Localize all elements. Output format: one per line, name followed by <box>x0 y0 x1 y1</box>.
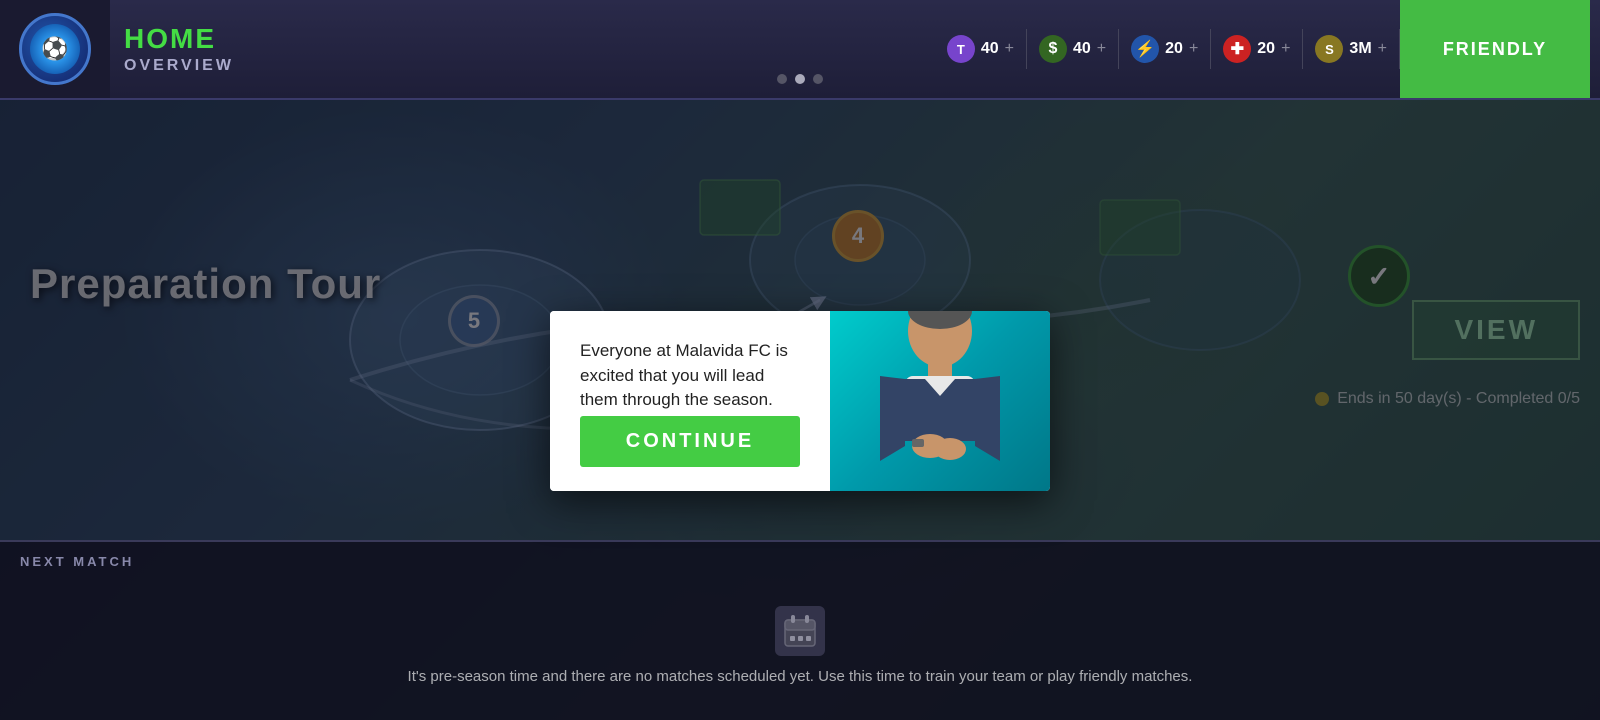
stat-icon-shield: ✚ <box>1223 35 1251 63</box>
main-area: Preparation Tour 4 5 ✓ VIEW Ends in 50 d… <box>0 100 1600 720</box>
calendar-svg <box>783 614 817 648</box>
modal-message: Everyone at Malavida FC is excited that … <box>580 339 800 413</box>
stat-group-t: T 40 + <box>935 35 1026 63</box>
stat-icon-energy: ⚡ <box>1131 35 1159 63</box>
stat-group-shield: ✚ 20 + <box>1211 35 1302 63</box>
next-match-label: NEXT MATCH <box>0 542 1600 575</box>
friendly-button[interactable]: FRIENDLY <box>1400 0 1590 98</box>
stat-plus-money[interactable]: + <box>1097 40 1106 58</box>
page-subtitle: OVERVIEW <box>124 57 935 75</box>
club-logo: ⚽ <box>19 13 91 85</box>
calendar-icon <box>775 606 825 656</box>
stat-group-energy: ⚡ 20 + <box>1119 35 1210 63</box>
slide-indicators <box>777 74 823 84</box>
stat-icon-t: T <box>947 35 975 63</box>
logo-icon: ⚽ <box>30 24 80 74</box>
stat-group-money: $ 40 + <box>1027 35 1118 63</box>
continue-button[interactable]: CONTINUE <box>580 416 800 467</box>
modal-character-section <box>830 311 1050 491</box>
stat-icon-s: S <box>1315 35 1343 63</box>
modal-dialog: Everyone at Malavida FC is excited that … <box>550 311 1050 491</box>
stat-value-t: 40 <box>981 40 999 58</box>
next-match-bar: NEXT MATCH It's pre-season time and ther… <box>0 540 1600 720</box>
stat-group-s: S 3M + <box>1303 35 1399 63</box>
stat-value-shield: 20 <box>1257 40 1275 58</box>
modal-text-section: Everyone at Malavida FC is excited that … <box>550 311 830 491</box>
logo-area: ⚽ <box>0 0 110 98</box>
stat-value-money: 40 <box>1073 40 1091 58</box>
stat-value-energy: 20 <box>1165 40 1183 58</box>
slide-dot-2[interactable] <box>795 74 805 84</box>
stats-area: T 40 + $ 40 + ⚡ 20 + ✚ 20 + S 3M <box>935 0 1600 98</box>
stat-plus-energy[interactable]: + <box>1189 40 1198 58</box>
next-match-content: It's pre-season time and there are no ma… <box>0 575 1600 720</box>
slide-dot-3[interactable] <box>813 74 823 84</box>
stat-plus-shield[interactable]: + <box>1281 40 1290 58</box>
stat-plus-t[interactable]: + <box>1005 40 1014 58</box>
slide-dot-1[interactable] <box>777 74 787 84</box>
no-match-text: It's pre-season time and there are no ma… <box>408 666 1193 689</box>
stat-value-s: 3M <box>1349 40 1371 58</box>
stat-plus-s[interactable]: + <box>1378 40 1387 58</box>
stat-icon-money: $ <box>1039 35 1067 63</box>
title-area: HOME OVERVIEW <box>110 0 935 98</box>
page-title: HOME <box>124 23 935 55</box>
top-bar: ⚽ HOME OVERVIEW T 40 + $ 40 + ⚡ 2 <box>0 0 1600 100</box>
manager-figure <box>830 311 1050 491</box>
